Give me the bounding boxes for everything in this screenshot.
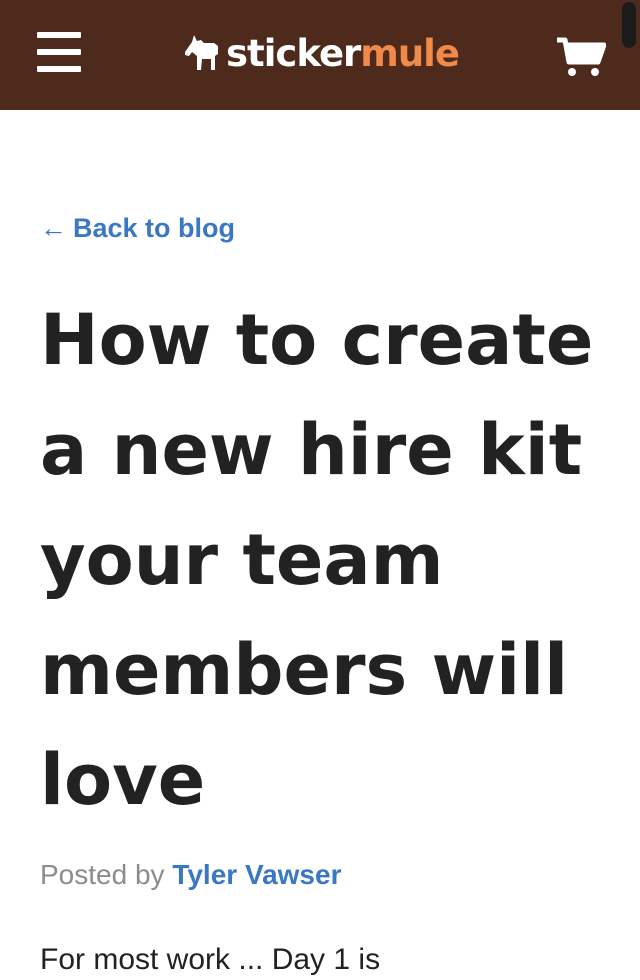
article-byline: Posted by Tyler Vawser (40, 855, 341, 895)
logo-text-sticker: sticker (226, 31, 361, 75)
shopping-cart-icon[interactable] (556, 36, 606, 78)
back-to-blog-label: Back to blog (73, 213, 236, 243)
scrollbar-thumb[interactable] (622, 2, 636, 48)
logo-text-mule: mule (360, 31, 460, 75)
article-intro-text: For most work ... Day 1 is (40, 943, 381, 976)
site-header: stickermule (0, 0, 640, 110)
back-to-blog-link[interactable]: ← Back to blog (40, 208, 235, 248)
article-title: How to create a new hire kit your team m… (40, 299, 594, 821)
logo-wordmark: stickermule (226, 31, 460, 75)
back-arrow-icon: ← (40, 213, 67, 243)
byline-prefix: Posted by (40, 859, 165, 890)
site-logo[interactable]: stickermule (180, 28, 460, 78)
author-link[interactable]: Tyler Vawser (172, 859, 341, 890)
mule-icon (185, 35, 218, 70)
hamburger-menu-icon[interactable] (37, 32, 81, 72)
